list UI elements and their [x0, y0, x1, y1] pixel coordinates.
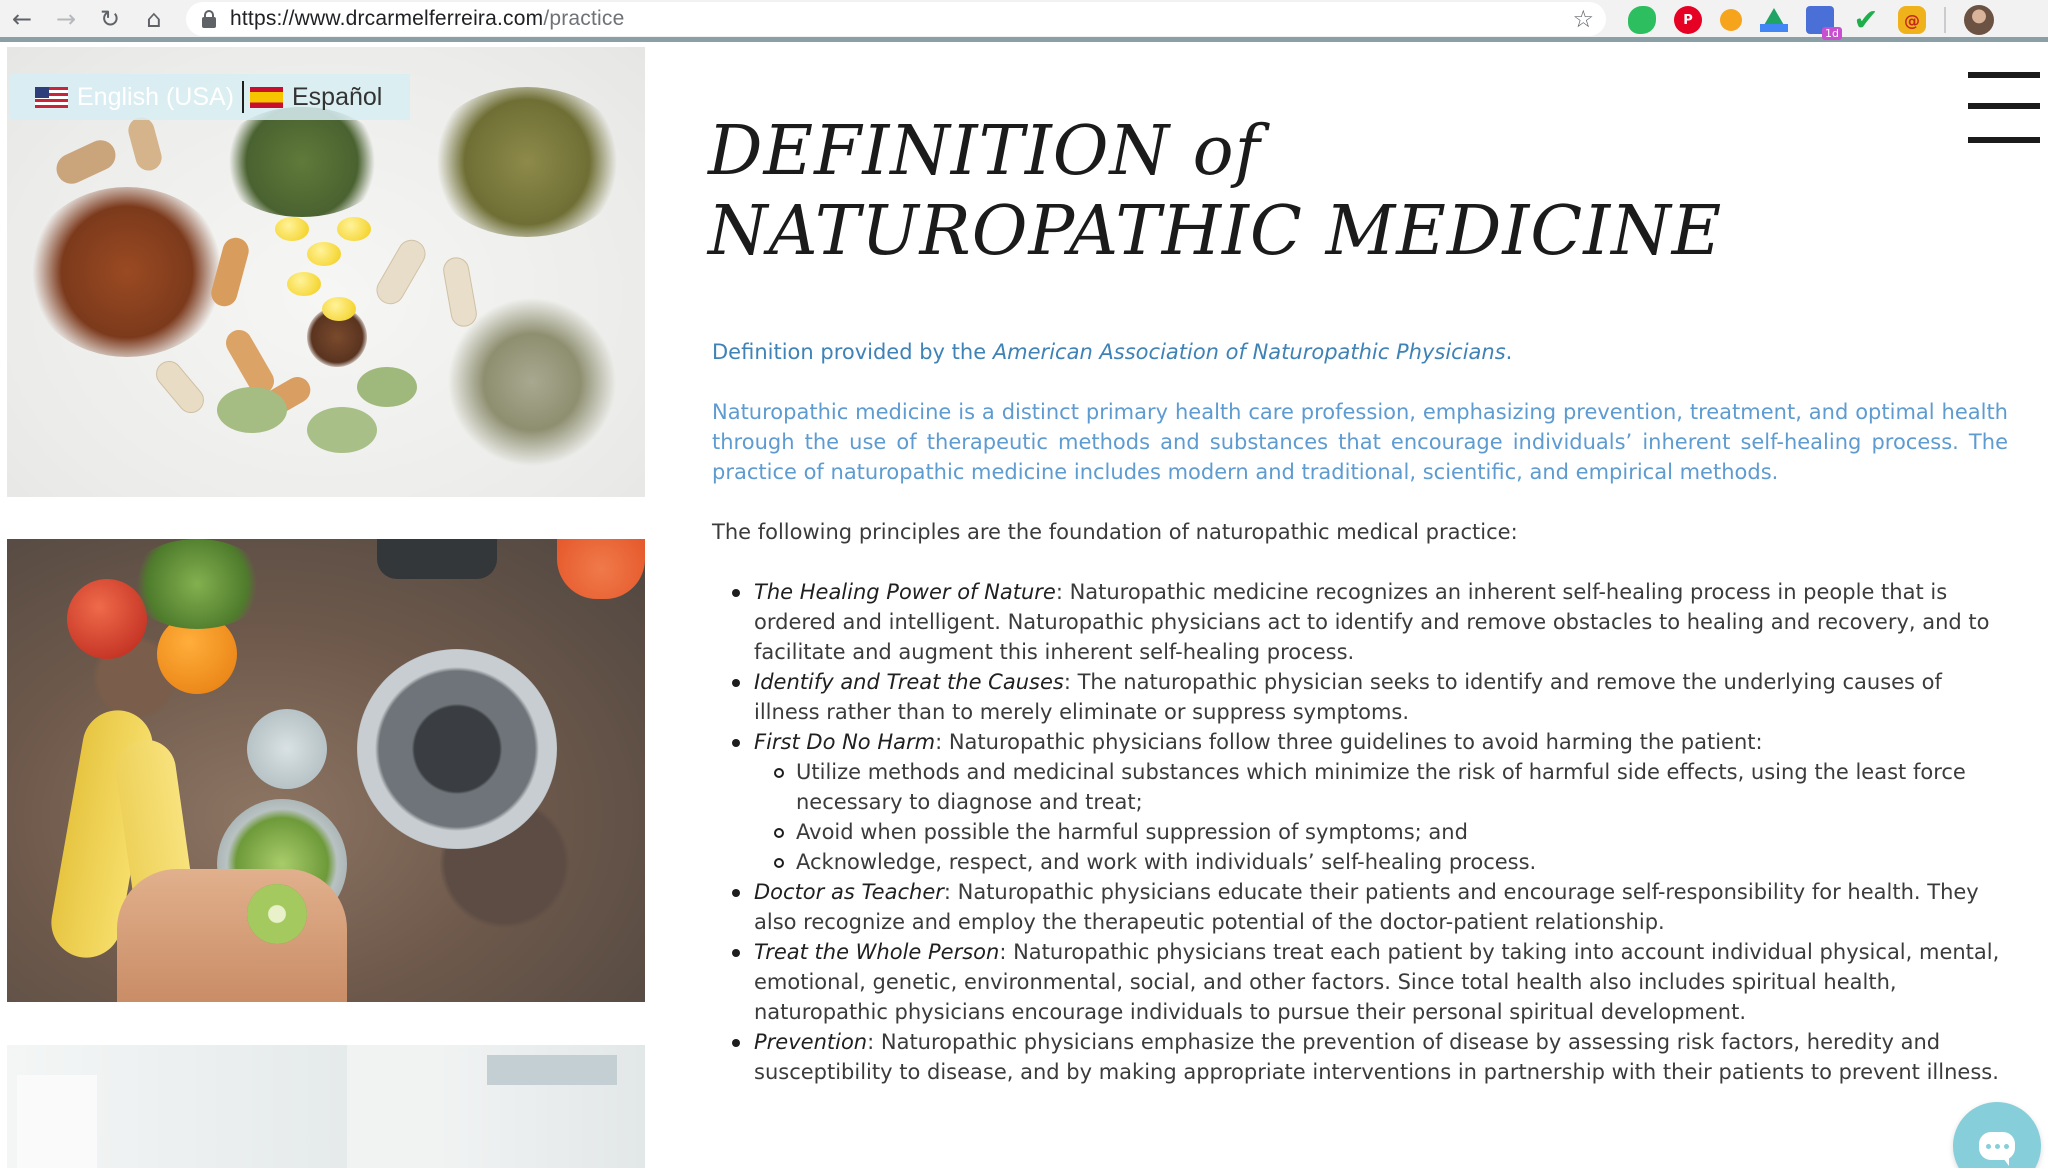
- rss-icon[interactable]: @: [1898, 6, 1926, 34]
- principles-list: The Healing Power of Nature : Naturopathi…: [732, 577, 2008, 1087]
- browser-toolbar: ← → ↻ ⌂ https://www.drcarmelferreira.com…: [0, 0, 2048, 42]
- back-arrow-icon[interactable]: ←: [0, 0, 44, 38]
- forward-arrow-icon[interactable]: →: [44, 0, 88, 38]
- honey-icon[interactable]: [1720, 9, 1742, 31]
- principle-name: The Healing Power of Nature: [754, 580, 1056, 604]
- chat-button[interactable]: [1953, 1102, 2041, 1168]
- spain-flag-icon[interactable]: [250, 86, 283, 108]
- checkmark-icon[interactable]: ✔: [1852, 3, 1880, 38]
- principle-name: First Do No Harm: [754, 730, 936, 754]
- pinterest-icon[interactable]: P: [1674, 6, 1702, 34]
- guidelines-list: Utilize methods and medicinal substances…: [774, 757, 2008, 877]
- definition-paragraph: Naturopathic medicine is a distinct prim…: [712, 400, 2008, 484]
- evernote-icon[interactable]: [1628, 6, 1656, 34]
- us-flag-icon[interactable]: [35, 86, 68, 108]
- google-drive-icon[interactable]: [1760, 6, 1788, 34]
- page-content: English (USA) Español DEFINITION of NATU…: [0, 47, 2048, 1168]
- office-photo: [7, 1045, 645, 1168]
- definition-content: Definition provided by the American Asso…: [712, 337, 2008, 1087]
- principles-intro: The following principles are the foundat…: [712, 520, 1518, 544]
- smoothie-preparation-photo: [7, 539, 645, 1002]
- bookmark-star-icon[interactable]: ☆: [1572, 5, 1594, 33]
- lock-icon[interactable]: [202, 10, 216, 28]
- title-naturopathic-medicine: NATUROPATHIC MEDICINE: [708, 192, 1723, 271]
- title-definition: DEFINITION: [708, 112, 1171, 191]
- principle-name: Prevention: [754, 1030, 868, 1054]
- principle-item: Doctor as Teacher: Naturopathic physicia…: [732, 877, 2008, 937]
- principle-item: The Healing Power of Nature: Naturopathi…: [732, 577, 2008, 667]
- principle-item: First Do No Harm: Naturopathic physician…: [732, 727, 2008, 877]
- language-spanish[interactable]: Español: [292, 83, 382, 112]
- hamburger-menu-icon[interactable]: [1968, 72, 2040, 146]
- extensions-bar: P 1d ✔ @: [1628, 3, 1994, 40]
- guideline-item: Avoid when possible the harmful suppress…: [774, 817, 2008, 847]
- source-organization-link[interactable]: American Association of Naturopathic Phy…: [993, 340, 1506, 364]
- source-prefix: Definition provided by the: [712, 340, 993, 364]
- calendar-badge: 1d: [1822, 27, 1842, 40]
- home-icon[interactable]: ⌂: [132, 0, 176, 38]
- principle-name: Treat the Whole Person: [754, 940, 1000, 964]
- title-of: of: [1192, 112, 1261, 191]
- toolbar-divider: [1944, 7, 1946, 33]
- principle-item: Treat the Whole Person: Naturopathic phy…: [732, 937, 2008, 1027]
- source-suffix: .: [1505, 340, 1513, 364]
- definition-source: Definition provided by the American Asso…: [712, 337, 2008, 367]
- url-text[interactable]: https://www.drcarmelferreira.com/practic…: [230, 7, 624, 31]
- principle-item: Identify and Treat the Causes: The natur…: [732, 667, 2008, 727]
- profile-avatar[interactable]: [1964, 5, 1994, 35]
- calendar-icon[interactable]: 1d: [1806, 6, 1842, 40]
- principle-text: : Naturopathic physicians follow three g…: [935, 730, 1763, 754]
- address-bar[interactable]: https://www.drcarmelferreira.com/practic…: [186, 2, 1606, 36]
- reload-icon[interactable]: ↻: [88, 0, 132, 38]
- language-english[interactable]: English (USA): [77, 83, 234, 112]
- url-path: /practice: [543, 7, 625, 30]
- language-switcher: English (USA) Español: [10, 74, 410, 120]
- guideline-item: Acknowledge, respect, and work with indi…: [774, 847, 2008, 877]
- principle-item: Prevention: Naturopathic physicians emph…: [732, 1027, 2008, 1087]
- url-host: https://www.drcarmelferreira.com: [230, 7, 544, 30]
- principle-text: : Naturopathic physicians emphasize the …: [754, 1030, 1999, 1084]
- chat-bubble-icon: [1979, 1132, 2015, 1166]
- page-title: DEFINITION of NATUROPATHIC MEDICINE: [708, 112, 1908, 272]
- principle-name: Identify and Treat the Causes: [754, 670, 1064, 694]
- guideline-item: Utilize methods and medicinal substances…: [774, 757, 2008, 817]
- language-divider: [242, 81, 244, 113]
- principle-name: Doctor as Teacher: [754, 880, 944, 904]
